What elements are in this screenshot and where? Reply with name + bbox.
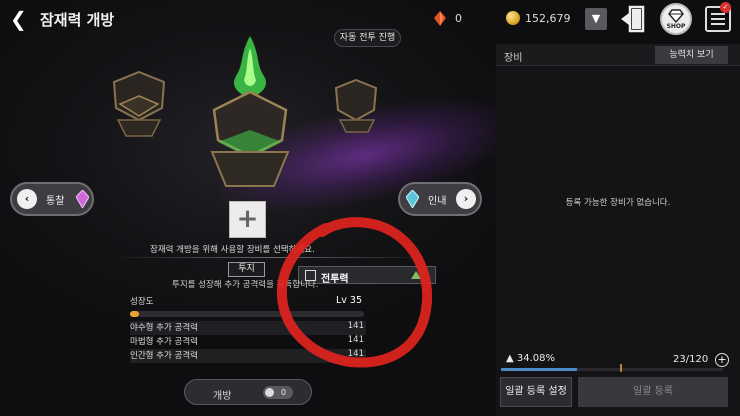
right-pedestal-icon [334,78,378,133]
combat-power-field: 전투력 [298,266,436,285]
description-text: 투지를 성장해 추가 공격력을 획득합니다. [172,280,319,290]
auto-battle-button[interactable]: 자동 전투 진행 [334,29,401,47]
bulk-register-button[interactable]: 일괄 등록 [578,377,728,407]
bulk-setting-button[interactable]: 일괄 등록 설정 [500,377,572,407]
capacity-percent: ▲ 34.08% [506,353,555,364]
capacity-bar-fill [501,368,577,371]
exit-door-icon[interactable] [620,5,646,33]
open-toggle[interactable]: 0 [263,386,293,399]
equipment-panel-title: 장비 [504,53,523,64]
chevron-left-icon: ‹ [17,189,37,209]
gem-count: 0 [455,12,462,25]
expand-inventory-button[interactable]: + [715,353,729,367]
stat-row: 마법형 추가 공격력 141 [130,335,366,349]
stat-label: 마법형 추가 공격력 [130,337,198,347]
plus-icon: + [236,204,259,234]
equipment-panel-header: 장비 능력치 보기 [496,44,740,66]
stat-value: 141 [347,335,364,345]
shop-label: SHOP [666,23,686,30]
open-toggle-control[interactable]: 개방 0 [184,379,312,405]
empty-message: 등록 가능한 장비가 없습니다. [565,198,671,208]
nav-left-button[interactable]: ‹ 통찰 [10,182,94,216]
gold-count: 152,679 [525,12,571,25]
growth-row: 성장도 Lv 35 [130,295,366,309]
gold-coin-icon [506,11,520,25]
stat-row: 야수형 추가 공격력 141 [130,321,366,335]
combat-power-label: 전투력 [321,274,349,285]
stat-row: 인간형 추가 공격력 141 [130,349,366,363]
view-stats-button[interactable]: 능력치 보기 [655,46,728,64]
diamond-icon [668,9,684,23]
growth-progress-bar [130,311,364,317]
stat-value: 141 [347,321,364,331]
toggle-knob [265,388,274,397]
notification-badge: ✓ [720,2,731,13]
growth-level: Lv 35 [335,295,362,306]
currency-dropdown-button[interactable]: ▼ [585,8,607,30]
pink-crystal-icon [76,190,89,208]
equipment-panel: 장비 능력치 보기 등록 가능한 장비가 없습니다. ▲ 34.08% 23/1… [496,44,740,416]
nav-right-label: 인내 [428,196,447,207]
capacity-percent-text: 34.08% [516,353,556,364]
back-arrow-icon[interactable]: ❮ [10,8,32,30]
teal-crystal-icon [406,190,419,208]
capacity-marker [620,364,622,372]
inventory-count: 23/120 [673,354,709,365]
stat-value: 141 [347,349,364,359]
stat-label: 인간형 추가 공격력 [130,351,198,361]
growth-progress-fill [130,311,140,317]
page-title: 잠재력 개방 [40,11,115,29]
open-toggle-value: 0 [281,388,287,397]
stat-label: 야수형 추가 공격력 [130,323,198,333]
nav-left-label: 통찰 [46,196,65,207]
growth-label: 성장도 [130,297,154,307]
open-label: 개방 [213,391,232,402]
divider [110,257,430,258]
nav-right-button[interactable]: 인내 › [398,182,482,216]
left-pedestal-icon [112,70,166,137]
bag-icon: ▲ [506,353,514,364]
scene-background: ❮ 잠재력 개방 0 152,679 ▼ SHOP ✓ 자동 전투 진행 ‹ 통… [0,0,740,416]
chevron-right-icon: › [456,189,476,209]
center-pedestal-icon [210,36,290,187]
up-arrow-icon [411,271,421,279]
red-gem-icon [434,11,446,26]
shop-button[interactable]: SHOP [660,3,692,35]
hint-text: 잠재력 개방을 위해 사용할 장비를 선택하세요. [150,245,315,255]
tab-tuji[interactable]: 투지 [228,262,265,277]
add-equipment-button[interactable]: + [229,201,266,238]
